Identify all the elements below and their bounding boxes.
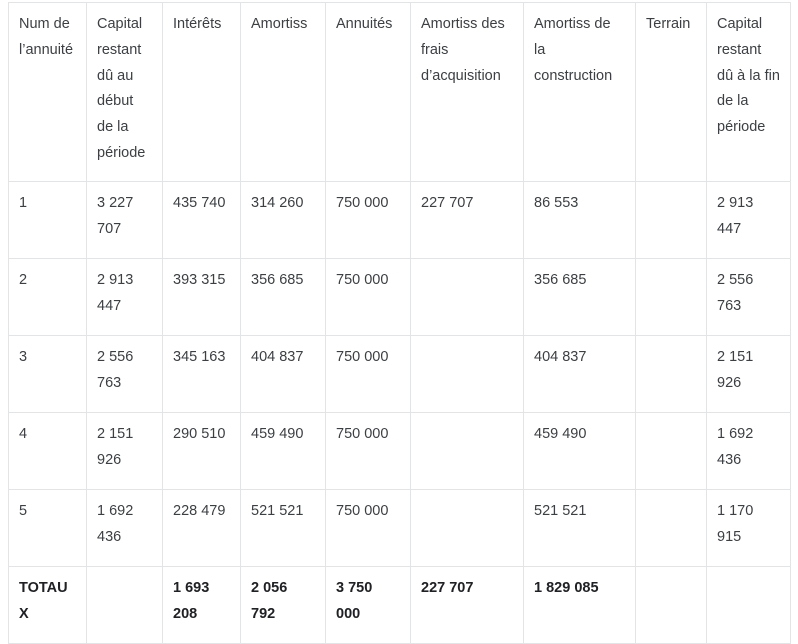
cell-amortiss-construction: 86 553 bbox=[523, 181, 636, 259]
cell-annuites: 750 000 bbox=[325, 489, 411, 567]
cell-terrain bbox=[635, 258, 707, 336]
cell-amortiss-frais bbox=[410, 489, 524, 567]
cell-amortiss-construction: 521 521 bbox=[523, 489, 636, 567]
cell-annuites: 750 000 bbox=[325, 181, 411, 259]
table-row: 2 2 913 447 393 315 356 685 750 000 356 … bbox=[8, 258, 791, 336]
cell-capital-debut: 2 151 926 bbox=[86, 412, 163, 490]
column-header-interets: Intérêts bbox=[162, 2, 241, 182]
header-row: Num de l’annuité Capital restant dû au d… bbox=[8, 2, 791, 182]
cell-num-annuite: 3 bbox=[8, 335, 87, 413]
cell-capital-debut: 2 556 763 bbox=[86, 335, 163, 413]
amortization-table-container: Num de l’annuité Capital restant dû au d… bbox=[0, 2, 798, 644]
cell-terrain bbox=[635, 335, 707, 413]
cell-amortiss-frais: 227 707 bbox=[410, 181, 524, 259]
cell-interets: 228 479 bbox=[162, 489, 241, 567]
cell-amortiss: 459 490 bbox=[240, 412, 326, 490]
totals-terrain bbox=[635, 566, 707, 644]
totals-annuites: 3 750 000 bbox=[325, 566, 411, 644]
cell-capital-fin: 1 170 915 bbox=[706, 489, 791, 567]
cell-interets: 435 740 bbox=[162, 181, 241, 259]
cell-capital-fin: 2 913 447 bbox=[706, 181, 791, 259]
totals-row: TOTAUX 1 693 208 2 056 792 3 750 000 227… bbox=[8, 566, 791, 644]
totals-amortiss-frais: 227 707 bbox=[410, 566, 524, 644]
column-header-amortiss: Amortiss bbox=[240, 2, 326, 182]
cell-amortiss-construction: 404 837 bbox=[523, 335, 636, 413]
cell-interets: 290 510 bbox=[162, 412, 241, 490]
cell-capital-debut: 2 913 447 bbox=[86, 258, 163, 336]
column-header-capital-restant-fin: Capital restant dû à la fin de la périod… bbox=[706, 2, 791, 182]
amortization-table: Num de l’annuité Capital restant dû au d… bbox=[8, 2, 791, 644]
column-header-amortiss-frais-acquisition: Amortiss des frais d’acquisition bbox=[410, 2, 524, 182]
column-header-terrain: Terrain bbox=[635, 2, 707, 182]
cell-num-annuite: 4 bbox=[8, 412, 87, 490]
cell-amortiss-frais bbox=[410, 335, 524, 413]
cell-terrain bbox=[635, 181, 707, 259]
cell-annuites: 750 000 bbox=[325, 335, 411, 413]
cell-amortiss: 521 521 bbox=[240, 489, 326, 567]
cell-annuites: 750 000 bbox=[325, 258, 411, 336]
cell-amortiss-construction: 459 490 bbox=[523, 412, 636, 490]
cell-capital-fin: 2 151 926 bbox=[706, 335, 791, 413]
column-header-annuites: Annuités bbox=[325, 2, 411, 182]
cell-amortiss: 404 837 bbox=[240, 335, 326, 413]
cell-amortiss-frais bbox=[410, 412, 524, 490]
cell-terrain bbox=[635, 412, 707, 490]
cell-annuites: 750 000 bbox=[325, 412, 411, 490]
table-row: 5 1 692 436 228 479 521 521 750 000 521 … bbox=[8, 489, 791, 567]
cell-num-annuite: 2 bbox=[8, 258, 87, 336]
table-body: 1 3 227 707 435 740 314 260 750 000 227 … bbox=[8, 181, 791, 644]
totals-label: TOTAUX bbox=[8, 566, 87, 644]
cell-capital-debut: 1 692 436 bbox=[86, 489, 163, 567]
column-header-amortiss-construction: Amortiss de la construction bbox=[523, 2, 636, 182]
cell-amortiss-frais bbox=[410, 258, 524, 336]
totals-interets: 1 693 208 bbox=[162, 566, 241, 644]
cell-amortiss: 314 260 bbox=[240, 181, 326, 259]
cell-capital-debut: 3 227 707 bbox=[86, 181, 163, 259]
cell-terrain bbox=[635, 489, 707, 567]
table-header: Num de l’annuité Capital restant dû au d… bbox=[8, 2, 791, 182]
column-header-capital-restant-debut: Capital restant dû au début de la périod… bbox=[86, 2, 163, 182]
cell-num-annuite: 1 bbox=[8, 181, 87, 259]
cell-interets: 393 315 bbox=[162, 258, 241, 336]
cell-num-annuite: 5 bbox=[8, 489, 87, 567]
column-header-num-annuite: Num de l’annuité bbox=[8, 2, 87, 182]
table-row: 1 3 227 707 435 740 314 260 750 000 227 … bbox=[8, 181, 791, 259]
table-row: 4 2 151 926 290 510 459 490 750 000 459 … bbox=[8, 412, 791, 490]
cell-capital-fin: 1 692 436 bbox=[706, 412, 791, 490]
cell-interets: 345 163 bbox=[162, 335, 241, 413]
totals-capital-debut bbox=[86, 566, 163, 644]
totals-amortiss-construction: 1 829 085 bbox=[523, 566, 636, 644]
cell-capital-fin: 2 556 763 bbox=[706, 258, 791, 336]
cell-amortiss: 356 685 bbox=[240, 258, 326, 336]
totals-amortiss: 2 056 792 bbox=[240, 566, 326, 644]
table-row: 3 2 556 763 345 163 404 837 750 000 404 … bbox=[8, 335, 791, 413]
totals-capital-fin bbox=[706, 566, 791, 644]
cell-amortiss-construction: 356 685 bbox=[523, 258, 636, 336]
